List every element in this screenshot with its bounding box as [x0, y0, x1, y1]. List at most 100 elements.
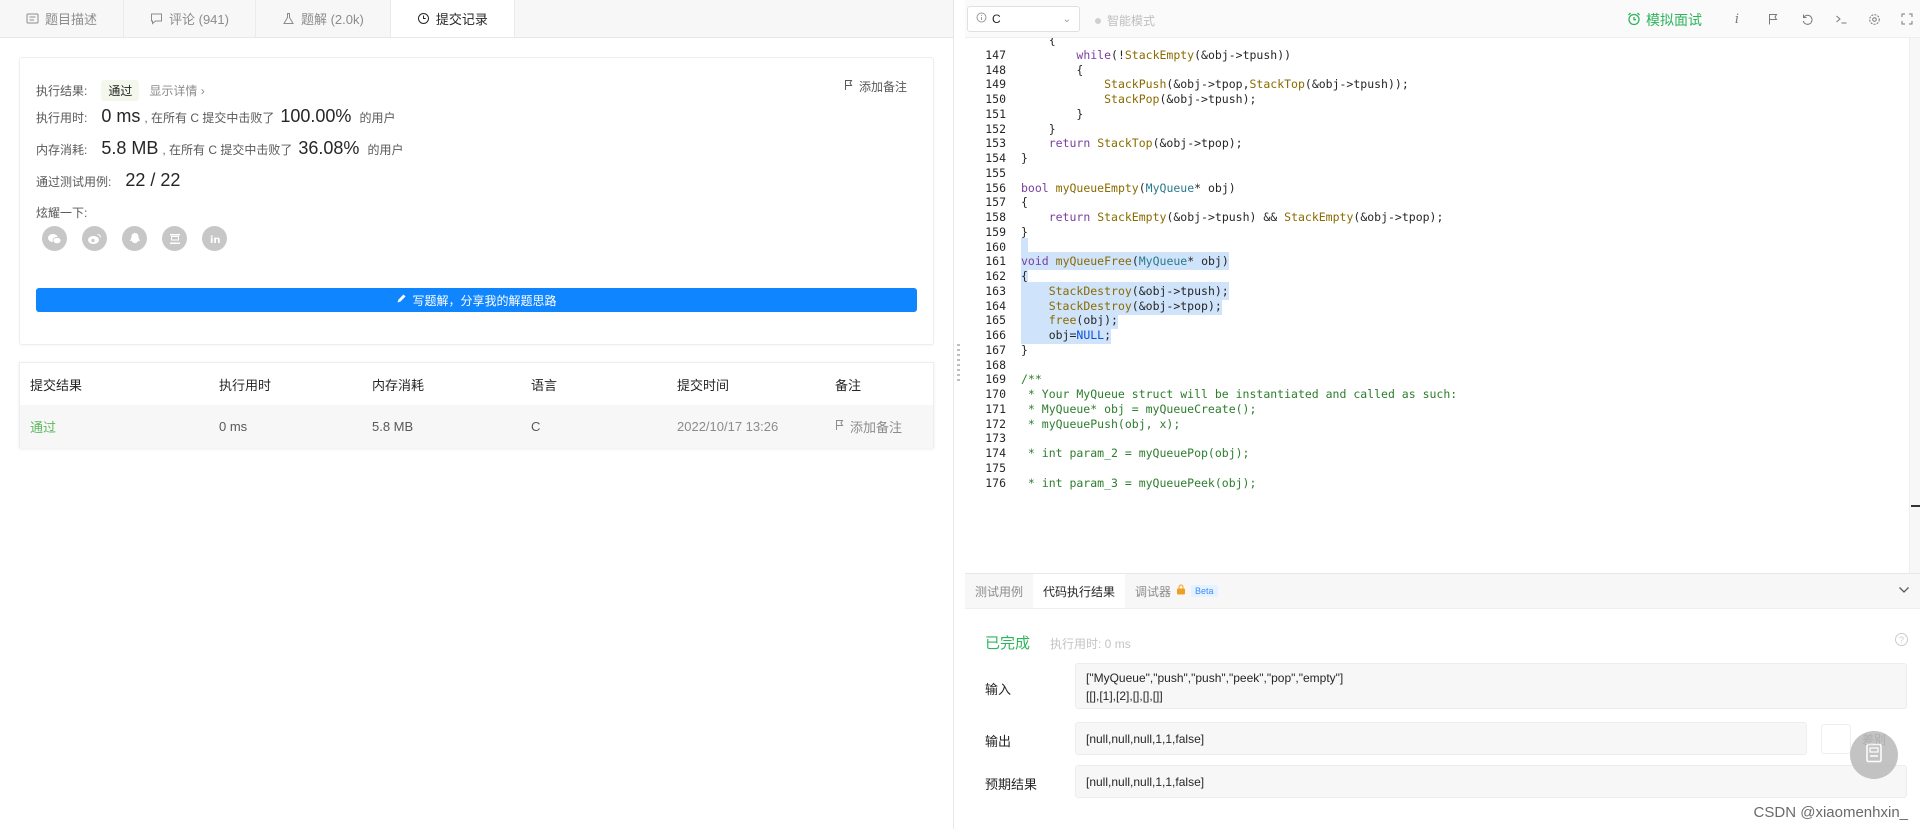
smart-mode-label: 智能模式: [1107, 14, 1156, 28]
help-icon[interactable]: ?: [1895, 633, 1908, 646]
tab-debugger-label: 调试器: [1135, 584, 1172, 599]
fullscreen-icon[interactable]: [1897, 9, 1917, 29]
alarm-clock-icon: [1627, 12, 1641, 29]
table-header: 提交结果 执行用时 内存消耗 语言 提交时间 备注: [20, 363, 933, 405]
console-tabs: 测试用例 代码执行结果 调试器 Beta: [965, 574, 1920, 609]
code-line[interactable]: 176 * int param_3 = myQueuePeek(obj);: [965, 474, 1905, 492]
tab-testcases[interactable]: 测试用例: [965, 574, 1033, 608]
info-icon[interactable]: i: [1727, 9, 1747, 29]
runtime-label: 执行用时:: [36, 111, 88, 125]
flask-icon: [282, 12, 295, 25]
input-value: ["MyQueue","push","push","peek","pop","e…: [1075, 663, 1907, 709]
run-time: 执行用时: 0 ms: [1050, 637, 1131, 651]
row-memory: 5.8 MB: [372, 419, 414, 434]
notes-float-button[interactable]: [1850, 731, 1898, 779]
result-row: 执行结果: 通过 显示详情 ›: [36, 80, 205, 101]
flag-icon: [844, 79, 854, 94]
show-detail-link[interactable]: 显示详情 ›: [149, 82, 204, 99]
tab-description[interactable]: 题目描述: [0, 0, 125, 37]
memory-value: 5.8 MB: [101, 138, 159, 158]
row-add-note-label: 添加备注: [850, 420, 903, 435]
tab-description-label: 题目描述: [45, 12, 98, 27]
code-editor[interactable]: {147 while(!StackEmpty(&obj->tpush)) 148 …: [965, 38, 1909, 573]
row-result[interactable]: 通过: [30, 417, 56, 436]
mock-interview-button[interactable]: 模拟面试: [1627, 10, 1702, 30]
code-panel: C ⌄ 智能模式 模拟面试 i {147 while(!StackEmpty(&…: [965, 0, 1920, 829]
comment-icon: [150, 12, 163, 25]
beta-badge: Beta: [1191, 585, 1218, 597]
console-icon[interactable]: [1831, 9, 1851, 29]
tests-value: 22 / 22: [125, 170, 181, 190]
memory-users-text: 的用户: [367, 143, 404, 157]
tab-submissions-label: 提交记录: [435, 12, 488, 27]
info-circle-icon: [976, 12, 987, 26]
status-dot-icon: [1095, 17, 1101, 24]
tab-debugger[interactable]: 调试器 Beta: [1125, 574, 1228, 608]
reset-icon[interactable]: [1797, 9, 1817, 29]
col-language: 语言: [531, 377, 558, 393]
left-tabbar: 题目描述 评论 (941) 题解 (2.0k) 提交记录: [0, 0, 953, 38]
document-icon: [26, 12, 39, 25]
status-badge: 通过: [101, 80, 140, 101]
runtime-percentile: 100.00%: [280, 106, 352, 126]
write-solution-button[interactable]: 写题解，分享我的解题思路: [36, 288, 917, 312]
tab-run-result-label: 代码执行结果: [1043, 584, 1116, 599]
tab-run-result[interactable]: 代码执行结果: [1033, 574, 1126, 608]
editor-toolbar: C ⌄ 智能模式 模拟面试 i: [965, 0, 1920, 38]
run-status-label: 已完成: [985, 635, 1031, 652]
memory-beat-text: , 在所有 C 提交中击败了: [162, 143, 293, 157]
wechat-icon[interactable]: [42, 226, 67, 251]
tab-comments[interactable]: 评论 (941): [124, 0, 256, 37]
flag-icon[interactable]: [1763, 9, 1783, 29]
code-text: * int param_3 = myQueuePeek(obj);: [1021, 475, 1257, 490]
settings-icon[interactable]: [1864, 9, 1884, 29]
diff-toggle[interactable]: [1821, 724, 1851, 754]
console-panel: 测试用例 代码执行结果 调试器 Beta 已完成 执行用时: 0 ms ? 输入…: [965, 573, 1920, 829]
scrollbar-marker: [1911, 505, 1920, 507]
input-label: 输入: [985, 682, 1012, 697]
douban-icon[interactable]: [162, 226, 187, 251]
col-runtime: 执行用时: [219, 377, 272, 393]
tests-label: 通过测试用例:: [36, 175, 112, 189]
share-label: 炫耀一下:: [36, 206, 88, 220]
row-language: C: [531, 419, 541, 434]
notebook-icon: [1865, 743, 1883, 768]
pane-resizer[interactable]: [957, 344, 960, 384]
submission-panel: 题目描述 评论 (941) 题解 (2.0k) 提交记录 执行结果: 通过 显示…: [0, 0, 954, 829]
qq-icon[interactable]: [122, 226, 147, 251]
row-submit-time: 2022/10/17 13:26: [677, 419, 779, 434]
result-card: 执行结果: 通过 显示详情 › 添加备注 执行用时: 0 ms , 在所有 C …: [19, 57, 934, 345]
language-value: C: [992, 12, 1001, 26]
expected-label: 预期结果: [985, 777, 1038, 792]
tab-submissions[interactable]: 提交记录: [390, 0, 515, 37]
smart-mode-toggle[interactable]: 智能模式: [1095, 12, 1155, 29]
col-result: 提交结果: [30, 377, 83, 393]
runtime-beat-text: , 在所有 C 提交中击败了: [144, 111, 275, 125]
tab-solutions-label: 题解 (2.0k): [300, 12, 364, 27]
runtime-value: 0 ms: [101, 106, 141, 126]
editor-scrollbar[interactable]: [1909, 38, 1920, 573]
pencil-icon: [396, 293, 407, 307]
add-note-button[interactable]: 添加备注: [844, 78, 907, 95]
flag-icon: [835, 419, 845, 434]
result-label: 执行结果:: [36, 84, 88, 98]
share-icons: in: [42, 226, 227, 251]
linkedin-icon[interactable]: in: [202, 226, 227, 251]
memory-percentile: 36.08%: [298, 138, 360, 158]
chevron-down-icon: ⌄: [1062, 13, 1071, 25]
chevron-down-icon[interactable]: [1898, 583, 1910, 597]
language-select[interactable]: C ⌄: [967, 6, 1080, 32]
svg-text:in: in: [210, 235, 221, 245]
submissions-table: 提交结果 执行用时 内存消耗 语言 提交时间 备注 通过 0 ms 5.8 MB…: [19, 362, 934, 448]
output-label: 输出: [985, 734, 1012, 749]
col-note: 备注: [835, 377, 862, 393]
run-status: 已完成 执行用时: 0 ms: [985, 632, 1131, 653]
weibo-icon[interactable]: [82, 226, 107, 251]
expected-value: [null,null,null,1,1,false]: [1075, 765, 1907, 798]
row-add-note[interactable]: 添加备注: [835, 417, 902, 436]
tab-solutions[interactable]: 题解 (2.0k): [256, 0, 391, 37]
add-note-label: 添加备注: [858, 80, 907, 94]
table-row[interactable]: 通过 0 ms 5.8 MB C 2022/10/17 13:26 添加备注: [20, 405, 933, 448]
tab-testcases-label: 测试用例: [975, 584, 1024, 599]
share-row: 炫耀一下:: [36, 204, 87, 221]
